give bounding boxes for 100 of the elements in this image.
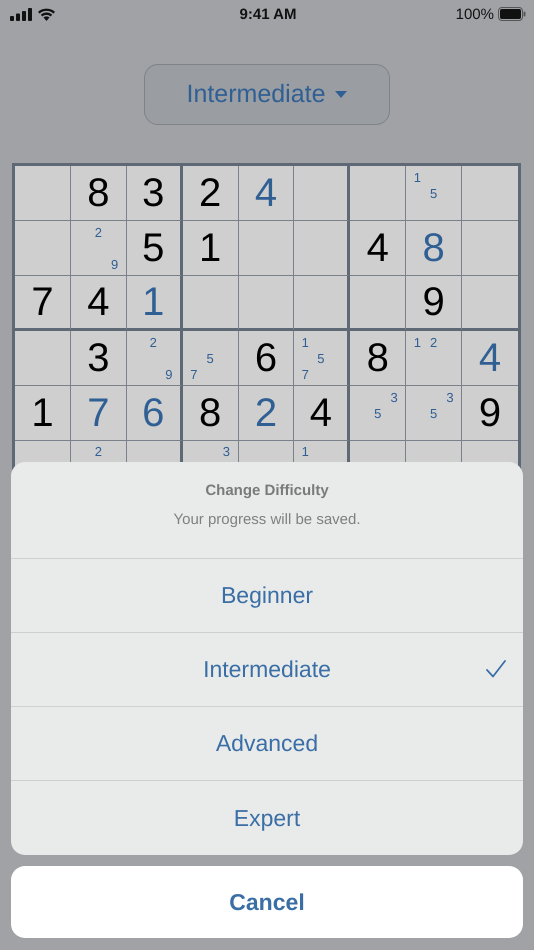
pencil-mark: 5 xyxy=(429,405,438,421)
grid-cell[interactable]: 3 5 xyxy=(406,386,462,441)
signal-icon xyxy=(10,8,32,20)
grid-cell[interactable]: 2 xyxy=(182,166,239,221)
grid-cell[interactable]: 4 xyxy=(294,386,350,441)
difficulty-option[interactable]: Intermediate xyxy=(11,633,523,707)
difficulty-option[interactable]: Advanced xyxy=(11,707,523,781)
difficulty-dropdown[interactable]: Intermediate xyxy=(144,64,390,125)
grid-cell[interactable]: 8 xyxy=(350,331,406,386)
grid-cell[interactable] xyxy=(15,331,71,386)
given-digit: 4 xyxy=(310,393,332,433)
grid-cell[interactable]: 9 xyxy=(406,276,462,331)
grid-cell[interactable]: 4 xyxy=(462,331,518,386)
entered-digit: 4 xyxy=(254,173,278,213)
grid-cell[interactable]: 7 xyxy=(15,276,71,331)
grid-cell[interactable]: 8 xyxy=(70,166,127,221)
grid-cell[interactable]: 3 xyxy=(126,166,183,221)
given-digit: 8 xyxy=(366,338,389,378)
grid-cell[interactable]: 2 9 xyxy=(126,331,183,386)
grid-cell[interactable]: 5 7 xyxy=(182,331,239,386)
pencil-mark: 5 xyxy=(316,350,326,366)
grid-cell[interactable]: 3 xyxy=(70,331,127,386)
grid-cell[interactable]: 5 xyxy=(126,221,183,276)
caret-icon xyxy=(335,91,348,98)
grid-cell[interactable] xyxy=(350,276,406,331)
given-digit: 4 xyxy=(366,228,389,268)
grid-cell[interactable]: 1 5 xyxy=(406,166,462,221)
given-digit: 1 xyxy=(31,393,54,433)
grid-cell[interactable] xyxy=(462,166,518,221)
grid-cell[interactable]: 6 xyxy=(126,386,183,441)
grid-cell[interactable] xyxy=(294,166,350,221)
grid-cell[interactable] xyxy=(182,276,239,331)
given-digit: 3 xyxy=(87,338,110,378)
grid-cell[interactable] xyxy=(294,221,350,276)
grid-cell[interactable]: 1 xyxy=(182,221,239,276)
grid-cell[interactable] xyxy=(15,221,71,276)
pencil-mark: 2 xyxy=(148,334,158,350)
wifi-icon xyxy=(37,7,56,21)
pencil-mark: 2 xyxy=(94,224,103,240)
entered-digit: 2 xyxy=(254,393,278,433)
grid-cell[interactable]: 4 xyxy=(70,276,127,331)
pencil-mark: 3 xyxy=(445,389,455,405)
grid-cell[interactable]: 7 xyxy=(70,386,127,441)
grid-cell[interactable]: 4 xyxy=(238,166,294,221)
grid-cell[interactable] xyxy=(294,276,350,331)
pencil-mark: 1 xyxy=(412,334,422,350)
pencil-mark: 5 xyxy=(205,350,215,366)
grid-cell[interactable]: 1 xyxy=(126,276,183,331)
grid-cell[interactable]: 2 xyxy=(238,386,294,441)
given-digit: 6 xyxy=(254,338,278,378)
pencil-mark: 1 xyxy=(300,334,310,350)
grid-cell[interactable] xyxy=(238,276,294,331)
battery-icon xyxy=(498,7,526,21)
pencil-mark: 7 xyxy=(300,366,310,382)
grid-cell[interactable]: 6 xyxy=(238,331,294,386)
pencil-mark: 2 xyxy=(94,444,103,460)
given-digit: 9 xyxy=(422,282,445,322)
given-digit: 8 xyxy=(198,393,222,433)
battery-percentage: 100% xyxy=(456,6,494,22)
given-digit: 1 xyxy=(198,228,222,268)
given-digit: 8 xyxy=(87,173,110,213)
pencil-mark: 7 xyxy=(189,366,198,382)
entered-digit: 4 xyxy=(478,338,502,378)
pencil-mark: 5 xyxy=(373,405,382,421)
sheet-message: Your progress will be saved. xyxy=(173,511,361,528)
grid-cell[interactable] xyxy=(15,166,71,221)
given-digit: 4 xyxy=(87,282,110,322)
sheet-title: Change Difficulty xyxy=(205,482,329,499)
given-digit: 7 xyxy=(31,282,54,322)
pencil-mark: 1 xyxy=(300,444,310,460)
grid-cell[interactable]: 4 xyxy=(350,221,406,276)
pencil-mark: 5 xyxy=(429,185,438,201)
grid-cell[interactable]: 9 xyxy=(462,386,518,441)
given-digit: 2 xyxy=(198,173,222,213)
grid-cell[interactable]: 8 xyxy=(182,386,239,441)
entered-digit: 6 xyxy=(142,393,164,433)
difficulty-option[interactable]: Beginner xyxy=(11,559,523,633)
pencil-mark: 2 xyxy=(429,334,438,350)
entered-digit: 8 xyxy=(422,228,445,268)
grid-cell[interactable]: 2 9 xyxy=(70,221,127,276)
given-digit: 3 xyxy=(142,173,164,213)
grid-cell[interactable]: 3 5 xyxy=(350,386,406,441)
grid-cell[interactable]: 1 xyxy=(15,386,71,441)
pencil-mark: 9 xyxy=(164,366,174,382)
difficulty-option[interactable]: Expert xyxy=(11,781,523,855)
grid-cell[interactable] xyxy=(238,221,294,276)
grid-cell[interactable] xyxy=(462,276,518,331)
grid-cell[interactable]: 1 5 7 xyxy=(294,331,350,386)
pencil-mark: 9 xyxy=(110,256,120,272)
grid-cell[interactable] xyxy=(350,166,406,221)
cancel-button[interactable]: Cancel xyxy=(11,866,523,938)
pencil-mark: 3 xyxy=(389,389,399,405)
given-digit: 5 xyxy=(142,228,164,268)
status-time: 9:41 AM xyxy=(240,6,296,22)
grid-cell[interactable]: 8 xyxy=(406,221,462,276)
grid-cell[interactable]: 1 2 xyxy=(406,331,462,386)
entered-digit: 1 xyxy=(142,282,164,322)
grid-cell[interactable] xyxy=(462,221,518,276)
pencil-mark: 3 xyxy=(222,444,232,460)
entered-digit: 7 xyxy=(87,393,110,433)
